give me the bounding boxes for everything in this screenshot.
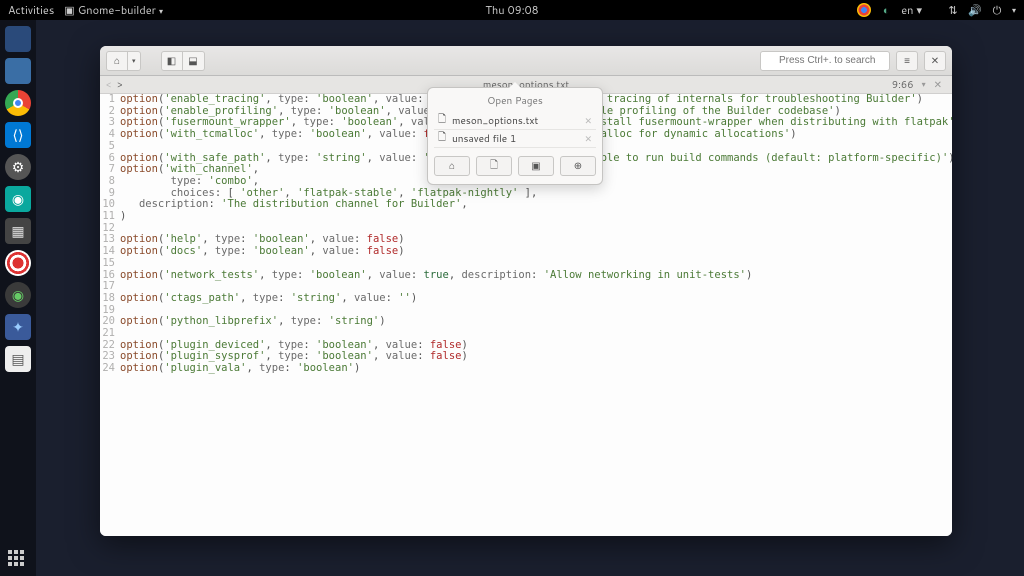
dock-app-lollypop[interactable]	[5, 250, 31, 276]
hamburger-menu-button[interactable]: ≡	[896, 51, 918, 71]
clock[interactable]: Thu 09:08	[485, 2, 538, 18]
code-line[interactable]: 16option('network_tests', type: 'boolean…	[100, 270, 952, 282]
home-button[interactable]: ⌂	[106, 51, 128, 71]
open-page-label: unsaved file 1	[452, 132, 516, 146]
power-icon[interactable]: ⏻	[990, 3, 1004, 17]
volume-icon[interactable]: 🔊	[968, 3, 982, 17]
line-number: 1	[100, 94, 120, 106]
dock-app-files[interactable]	[5, 58, 31, 84]
dock-app-text[interactable]: ▤	[5, 346, 31, 372]
external-icon: ⊕	[574, 159, 582, 173]
network-icon[interactable]: ⇅	[946, 3, 960, 17]
dock-app-builder[interactable]	[5, 26, 31, 52]
popover-external-button[interactable]: ⊕	[560, 156, 596, 176]
close-file-button[interactable]: ✕	[934, 78, 942, 92]
code-line[interactable]: 14option('docs', type: 'boolean', value:…	[100, 246, 952, 258]
system-menu-chevron-icon[interactable]: ▾	[1012, 4, 1016, 16]
bottom-panel-toggle[interactable]: ⬓	[183, 51, 205, 71]
chevron-down-icon: ▾	[132, 56, 136, 66]
open-pages-popover: Open Pages 🗋 meson_options.txt ✕ 🗋 unsaved f…	[427, 87, 603, 185]
close-window-button[interactable]: ✕	[924, 51, 946, 71]
left-panel-toggle[interactable]: ◧	[161, 51, 183, 71]
code-line[interactable]: 10 description: 'The distribution channe…	[100, 199, 952, 211]
open-page-label: meson_options.txt	[452, 114, 538, 128]
code-line[interactable]: 18option('ctags_path', type: 'string', v…	[100, 293, 952, 305]
dock-app-chrome[interactable]	[5, 90, 31, 116]
line-number: 15	[100, 258, 120, 270]
line-number: 8	[100, 176, 120, 188]
terminal-icon: ▣	[531, 159, 540, 173]
dock-app-vscode[interactable]: ⟨⟩	[5, 122, 31, 148]
file-icon: 🗋	[490, 158, 498, 175]
popover-terminal-button[interactable]: ▣	[518, 156, 554, 176]
open-page-item[interactable]: 🗋 unsaved file 1 ✕	[434, 130, 596, 148]
builder-icon: ▣	[64, 2, 74, 18]
app-menu-label: Gnome-builder	[78, 2, 156, 18]
line-number: 21	[100, 328, 120, 340]
user-indicator-icon[interactable]: ◐	[879, 3, 893, 17]
dock-app-compass[interactable]: ✦	[5, 314, 31, 340]
global-search-input[interactable]	[760, 51, 890, 71]
gnome-topbar: Activities ▣ Gnome-builder Thu 09:08 ◐ e…	[0, 0, 1024, 20]
lang-indicator[interactable]: en ▾	[901, 2, 922, 18]
line-number: 24	[100, 363, 120, 375]
chrome-indicator-icon[interactable]	[857, 3, 871, 17]
code-line[interactable]: 24option('plugin_vala', type: 'boolean')	[100, 363, 952, 375]
popover-title: Open Pages	[434, 94, 596, 108]
dock: ⟨⟩ ⚙ ◉ ▦ ◉ ✦ ▤	[0, 20, 36, 576]
file-icon: 🗋	[438, 130, 446, 147]
dock-app-calculator[interactable]: ▦	[5, 218, 31, 244]
dock-app-web[interactable]: ◉	[5, 282, 31, 308]
nav-forward-button[interactable]: >	[117, 78, 122, 92]
show-applications-button[interactable]	[8, 550, 26, 568]
line-number: 11	[100, 211, 120, 223]
home-menu-button[interactable]: ▾	[128, 51, 141, 71]
dock-app-qt[interactable]: ◉	[5, 186, 31, 212]
code-line[interactable]: 11)	[100, 211, 952, 223]
home-icon: ⌂	[449, 159, 455, 173]
activities-button[interactable]: Activities	[8, 2, 54, 18]
panel-left-icon: ◧	[167, 54, 176, 68]
file-icon: 🗋	[438, 112, 446, 129]
popover-home-button[interactable]: ⌂	[434, 156, 470, 176]
line-number: 5	[100, 141, 120, 153]
close-icon: ✕	[931, 54, 939, 68]
nav-back-button[interactable]: <	[106, 78, 111, 92]
close-page-button[interactable]: ✕	[584, 132, 592, 145]
close-page-button[interactable]: ✕	[584, 114, 592, 127]
panel-bottom-icon: ⬓	[188, 54, 197, 68]
file-menu-chevron-icon[interactable]: ▾	[922, 78, 926, 92]
code-line[interactable]: 20option('python_libprefix', type: 'stri…	[100, 316, 952, 328]
hamburger-icon: ≡	[904, 54, 910, 68]
popover-new-file-button[interactable]: 🗋	[476, 156, 512, 176]
headerbar: ⌂ ▾ ◧ ⬓ 🔍 ≡ ✕	[100, 46, 952, 76]
home-icon: ⌂	[114, 54, 120, 68]
dock-app-settings[interactable]: ⚙	[5, 154, 31, 180]
app-menu[interactable]: ▣ Gnome-builder	[64, 2, 163, 18]
cursor-position: 9:66	[892, 78, 914, 92]
open-page-item[interactable]: 🗋 meson_options.txt ✕	[434, 112, 596, 130]
line-number: 18	[100, 293, 120, 305]
